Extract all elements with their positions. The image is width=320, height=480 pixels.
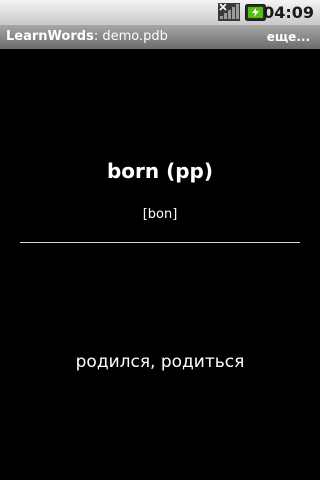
- status-bar: 04:09: [0, 0, 320, 25]
- app-name: LearnWords: [6, 29, 94, 44]
- transcription-text: [bon]: [142, 207, 178, 222]
- file-name: demo.pdb: [102, 29, 168, 44]
- screen: 04:09 LearnWords: demo.pdb еще... born (…: [0, 0, 320, 480]
- word-text[interactable]: born (pp): [0, 156, 320, 186]
- translation-text[interactable]: родился, родиться: [0, 349, 320, 375]
- more-button[interactable]: еще...: [267, 25, 310, 49]
- window-title: LearnWords: demo.pdb: [6, 25, 168, 49]
- title-bar: LearnWords: demo.pdb еще...: [0, 25, 320, 49]
- divider: [20, 242, 300, 243]
- status-clock: 04:09: [263, 3, 314, 22]
- signal-no-service-icon: [218, 3, 240, 21]
